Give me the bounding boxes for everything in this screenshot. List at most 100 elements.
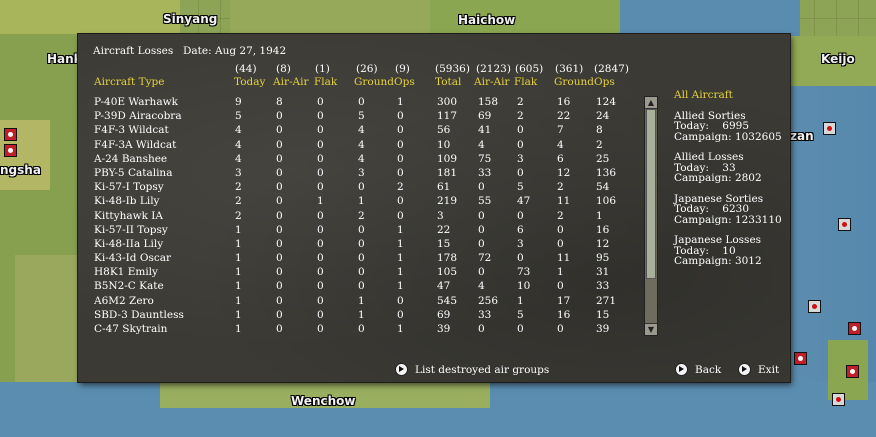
cell-campaign-ground: 12 [557, 166, 571, 179]
cell-ground: 0 [358, 252, 365, 265]
cell-total: 545 [437, 294, 458, 307]
cell-aircraft-type: Ki-43-Id Oscar [94, 252, 172, 265]
scrollbar-thumb[interactable] [646, 109, 656, 279]
cell-flak: 0 [317, 237, 324, 250]
cell-flak: 0 [317, 110, 324, 123]
column-header-campaign-air-air[interactable]: Air-Air [474, 76, 509, 88]
column-header-aircraft-type[interactable]: Aircraft Type [94, 76, 164, 88]
cell-total: 69 [437, 308, 451, 321]
base-marker-icon[interactable] [838, 218, 851, 231]
scroll-up-arrow-icon[interactable]: ▲ [645, 97, 657, 109]
base-marker-icon[interactable] [846, 365, 859, 378]
column-header-total[interactable]: Total [435, 76, 461, 88]
aircraft-losses-dialog: Aircraft Losses Date: Aug 27, 1942 (44) … [78, 34, 790, 382]
column-header-campaign-flak[interactable]: Flak [514, 76, 537, 88]
cell-campaign-air-air: 0 [478, 209, 485, 222]
column-header-today[interactable]: Today [234, 76, 265, 88]
column-total-campaign-ops: (2847) [594, 63, 629, 75]
cell-campaign-flak: 0 [517, 138, 524, 151]
japanese-sorties-campaign: Campaign: 1233110 [674, 213, 782, 226]
column-header-ground[interactable]: Ground [354, 76, 394, 88]
cell-ops: 0 [397, 166, 404, 179]
cell-air-air: 0 [276, 152, 283, 165]
column-header-campaign-ground[interactable]: Ground [554, 76, 594, 88]
cell-aircraft-type: H8K1 Emily [94, 266, 158, 279]
cell-ops: 0 [397, 138, 404, 151]
cell-campaign-air-air: 0 [478, 323, 485, 335]
cell-aircraft-type: Kittyhawk IA [94, 209, 164, 222]
cell-campaign-ground: 2 [557, 209, 564, 222]
cell-ground: 5 [358, 110, 365, 123]
base-marker-icon[interactable] [4, 144, 17, 157]
arrow-right-circle-icon [738, 363, 751, 376]
cell-air-air: 0 [276, 166, 283, 179]
japanese-losses-label: Japanese Losses [674, 234, 762, 246]
allied-losses-label: Allied Losses [674, 151, 744, 163]
base-marker-icon[interactable] [832, 393, 845, 406]
cell-ground: 0 [358, 223, 365, 236]
cell-campaign-air-air: 41 [478, 124, 492, 137]
cell-campaign-air-air: 256 [478, 294, 499, 307]
cell-total: 22 [437, 223, 451, 236]
map-field [15, 255, 78, 382]
cell-total: 109 [437, 152, 458, 165]
cell-air-air: 0 [276, 308, 283, 321]
cell-aircraft-type: PBY-5 Catalina [94, 166, 173, 179]
cell-campaign-air-air: 33 [478, 308, 492, 321]
cell-flak: 0 [317, 308, 324, 321]
cell-ground: 3 [358, 166, 365, 179]
base-marker-icon[interactable] [823, 122, 836, 135]
cell-campaign-air-air: 0 [478, 266, 485, 279]
cell-aircraft-type: A-24 Banshee [94, 152, 168, 165]
base-marker-icon[interactable] [794, 352, 807, 365]
cell-air-air: 0 [276, 294, 283, 307]
cell-flak: 0 [317, 266, 324, 279]
cell-air-air: 0 [276, 252, 283, 265]
base-marker-icon[interactable] [4, 128, 17, 141]
cell-campaign-ground: 17 [557, 294, 571, 307]
cell-campaign-ops: 31 [596, 266, 610, 279]
base-marker-icon[interactable] [848, 322, 861, 335]
cell-ground: 2 [358, 209, 365, 222]
cell-aircraft-type: A6M2 Zero [94, 294, 154, 307]
column-header-flak[interactable]: Flak [314, 76, 337, 88]
cell-campaign-ops: 1 [596, 209, 603, 222]
cell-campaign-air-air: 0 [478, 181, 485, 194]
cell-total: 61 [437, 181, 451, 194]
cell-campaign-ops: 16 [596, 223, 610, 236]
back-button[interactable]: Back [675, 363, 721, 376]
column-total-today: (44) [235, 63, 257, 75]
cell-total: 105 [437, 266, 458, 279]
cell-campaign-ops: 25 [596, 152, 610, 165]
cell-today: 1 [235, 252, 242, 265]
table-scrollbar[interactable]: ▲ ▼ [644, 96, 658, 336]
list-destroyed-air-groups-button[interactable]: List destroyed air groups [395, 363, 549, 376]
allied-losses-campaign: Campaign: 2802 [674, 172, 762, 184]
column-header-campaign-ops[interactable]: Ops [594, 76, 615, 88]
cell-air-air: 0 [276, 181, 283, 194]
cell-ground: 4 [358, 138, 365, 151]
cell-ground: 0 [358, 280, 365, 293]
city-label: Sinyang [163, 12, 218, 26]
column-header-air-air[interactable]: Air-Air [273, 76, 308, 88]
cell-campaign-ops: 54 [596, 181, 610, 194]
cell-ops: 1 [397, 266, 404, 279]
scroll-down-arrow-icon[interactable]: ▼ [645, 323, 657, 335]
cell-ops: 0 [397, 152, 404, 165]
city-label: Haichow [458, 13, 516, 27]
cell-air-air: 0 [276, 223, 283, 236]
city-label: zan [790, 129, 814, 143]
cell-flak: 0 [317, 223, 324, 236]
cell-campaign-ground: 0 [557, 223, 564, 236]
cell-today: 2 [235, 195, 242, 208]
cell-campaign-flak: 0 [517, 323, 524, 335]
summary-title: All Aircraft [674, 89, 733, 101]
base-marker-icon[interactable] [808, 300, 821, 313]
exit-button[interactable]: Exit [738, 363, 779, 376]
cell-campaign-flak: 73 [517, 266, 531, 279]
cell-today: 3 [235, 166, 242, 179]
cell-aircraft-type: SBD-3 Dauntless [94, 308, 184, 321]
cell-campaign-ops: 106 [596, 195, 617, 208]
cell-total: 56 [437, 124, 451, 137]
column-header-ops[interactable]: Ops [394, 76, 415, 88]
